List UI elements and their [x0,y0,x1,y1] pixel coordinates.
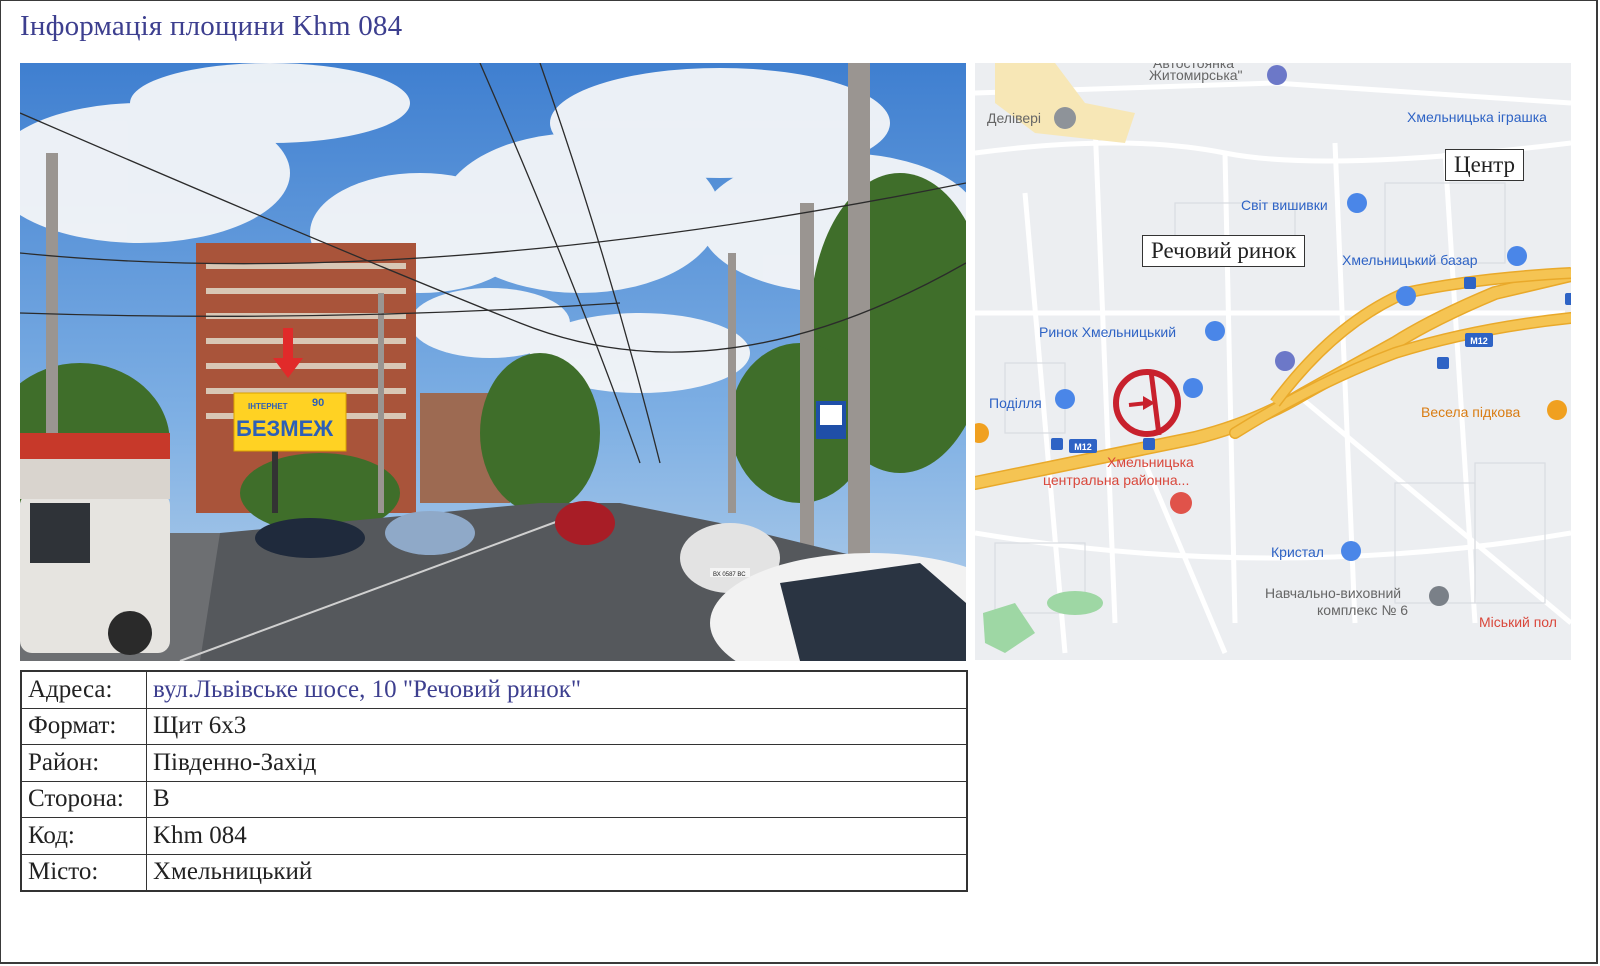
info-table: Адреса: вул.Львівське шосе, 10 "Речовий … [20,670,968,892]
map-label-deliveri: Делівері [987,110,1042,126]
billboard-text-2: БЕЗМЕЖ [236,416,333,441]
map-label-vesela-pidkova: Весела підкова [1421,404,1521,420]
map-box-rechovyi-rynok: Речовий ринок [1142,235,1306,267]
row-key-code: Код: [20,817,147,855]
table-row: Сторона: B [20,780,968,818]
street-photo-illustration: ІНТЕРНЕТ БЕЗМЕЖ 90 ВХ 0587 ВС [20,63,966,661]
table-row: Район: Південно-Захід [20,744,968,782]
street-photo: ІНТЕРНЕТ БЕЗМЕЖ 90 ВХ 0587 ВС [20,63,966,661]
map-label-likarnia-line2: центральна районна... [1043,472,1190,488]
page-title: Інформація площини Khm 084 [20,10,403,42]
row-key-format: Формат: [20,707,147,745]
row-value-address: вул.Львівське шосе, 10 "Речовий ринок" [146,670,968,709]
billboard-text-1: ІНТЕРНЕТ [248,402,288,411]
row-key-city: Місто: [20,853,147,892]
row-key-side: Сторона: [20,780,147,818]
table-row: Місто: Хмельницький [20,853,968,892]
map-road-badge-2: M12 [1470,336,1488,346]
map-label-likarnia-line1: Хмельницька [1107,454,1194,470]
row-value-district: Південно-Захід [146,744,968,782]
map-label-nvk-line2: комплекс № 6 [1317,602,1409,618]
location-map: M12 M12 Автостоянка Житомирська" Делівер… [975,63,1571,660]
map-road-badge-1: M12 [1074,442,1092,452]
billboard-text-3: 90 [312,397,324,409]
map-label-krystal: Кристал [1271,544,1324,560]
row-value-side: B [146,780,968,818]
table-row: Адреса: вул.Львівське шосе, 10 "Речовий … [20,670,968,709]
map-label-svit-vyshyvky: Світ вишивки [1241,197,1328,213]
map-label-bazar: Хмельницький базар [1342,252,1478,268]
table-row: Формат: Щит 6х3 [20,707,968,745]
row-value-code: Khm 084 [146,817,968,855]
map-label-podillia: Поділля [989,395,1042,411]
car-plate: ВХ 0587 ВС [713,572,746,578]
map-label-rynok: Ринок Хмельницький [1039,324,1177,340]
row-value-format: Щит 6х3 [146,707,968,745]
row-key-district: Район: [20,744,147,782]
row-key-address: Адреса: [20,670,147,709]
map-label-miskyi: Міський пол [1479,614,1557,630]
row-value-city: Хмельницький [146,853,968,892]
map-label-nvk-line1: Навчально-виховний [1265,585,1402,601]
map-box-centr: Центр [1445,149,1524,181]
table-row: Код: Khm 084 [20,817,968,855]
map-label-zhytomyrska: Житомирська" [1149,67,1243,83]
map-label-igrashka: Хмельницька іграшка [1407,109,1547,125]
